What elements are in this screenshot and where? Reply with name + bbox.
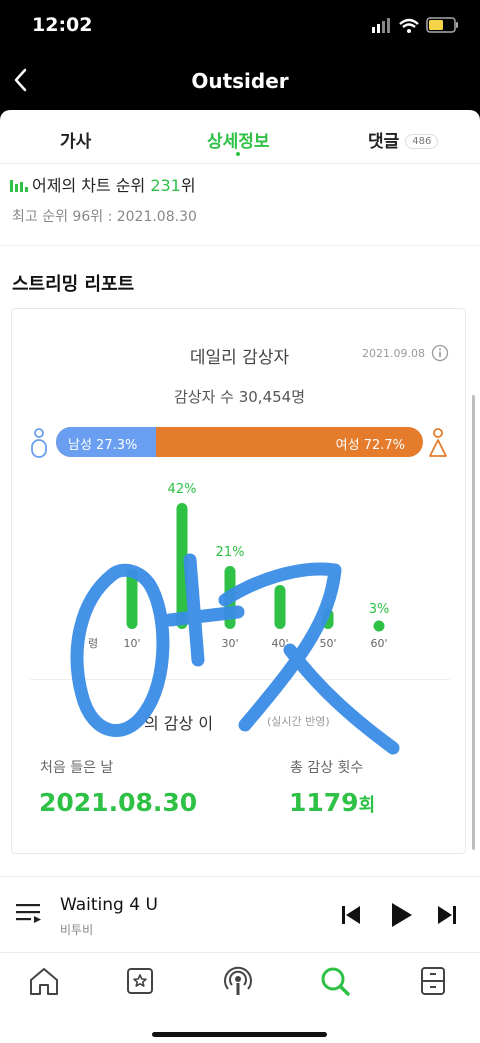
search-icon[interactable] xyxy=(319,965,351,997)
my-listening-label: 의 감상 이 xyxy=(144,714,214,733)
storage-icon[interactable] xyxy=(417,965,449,997)
tab-details[interactable]: 상세정보 xyxy=(207,127,270,156)
status-bar: 12:02 xyxy=(0,0,480,50)
age-bar-1 xyxy=(176,503,188,629)
scrollbar[interactable] xyxy=(472,395,475,850)
age-bar-3 xyxy=(274,585,286,629)
next-icon[interactable] xyxy=(436,904,458,926)
first-listen-date: 2021.08.30 xyxy=(39,788,198,817)
chart-rank-prefix: 어제의 차트 순위 xyxy=(32,176,151,195)
status-time: 12:02 xyxy=(32,14,93,36)
age-value-label-2: 21% xyxy=(216,545,245,560)
age-tick-label-5: 60' xyxy=(370,637,387,650)
tab-comments[interactable]: 댓글 486 xyxy=(368,127,439,152)
age-value-label-5: 3% xyxy=(369,602,390,617)
chart-rank: 어제의 차트 순위 231위 xyxy=(10,172,196,196)
prev-icon[interactable] xyxy=(340,904,362,926)
age-tick-label-2: 30' xyxy=(221,637,238,650)
home-indicator xyxy=(152,1032,327,1037)
profile-card-icon[interactable] xyxy=(124,965,156,997)
daily-listener-card: 데일리 감상자 2021.09.08 감상자 수 30,454명 남성 27.3… xyxy=(11,308,466,854)
age-bar-5 xyxy=(373,620,385,632)
female-icon xyxy=(429,428,447,457)
age-value-label-1: 42% xyxy=(168,482,197,497)
track-title[interactable]: Waiting 4 U xyxy=(60,895,158,915)
bottom-tab-bar xyxy=(0,952,480,1043)
section-title: 스트리밍 리포트 xyxy=(12,274,135,295)
age-label-partial: 령 xyxy=(88,637,98,650)
active-tab-indicator xyxy=(236,152,241,156)
section-divider xyxy=(0,245,480,246)
age-tick-label-4: 50' xyxy=(319,637,336,650)
realtime-note: (실시간 반영) xyxy=(267,715,330,728)
male-ratio-label: 남성 27.3% xyxy=(68,438,138,453)
age-tick-label-3: 40' xyxy=(271,637,288,650)
chart-icon xyxy=(10,180,28,192)
age-bar-0 xyxy=(126,569,138,629)
chart-rank-suffix: 위 xyxy=(180,176,196,195)
playlist-icon[interactable] xyxy=(16,903,44,925)
total-plays-value: 1179회 xyxy=(289,788,375,817)
track-artist[interactable]: 비투비 xyxy=(60,921,93,938)
tab-bar: 가사 상세정보 댓글 486 xyxy=(0,110,480,164)
info-icon[interactable] xyxy=(431,344,449,362)
female-ratio-label: 여성 72.7% xyxy=(335,438,405,453)
age-distribution-chart: 령 10' 42% 21% 30' 40' 50' 3% 60' xyxy=(88,482,390,650)
play-icon[interactable] xyxy=(387,901,415,929)
gender-ratio-bar: 남성 27.3% 여성 72.7% xyxy=(56,427,423,457)
podcast-icon[interactable] xyxy=(222,965,254,997)
status-indicators-icon xyxy=(372,17,458,33)
chart-rank-number: 231 xyxy=(150,176,181,195)
mini-player[interactable]: Waiting 4 U 비투비 xyxy=(0,876,480,952)
total-plays-label: 총 감상 횟수 xyxy=(290,760,364,776)
total-plays-number: 1179 xyxy=(289,788,359,817)
card-divider xyxy=(30,679,450,680)
age-bar-4 xyxy=(322,609,334,629)
listener-count: 감상자 수 30,454명 xyxy=(173,388,306,406)
total-plays-unit: 회 xyxy=(358,795,376,816)
daily-listener-date: 2021.09.08 xyxy=(362,347,425,360)
best-rank: 최고 순위 96위 : 2021.08.30 xyxy=(12,209,197,225)
page-title: Outsider xyxy=(191,69,289,93)
first-listen-label: 처음 들은 날 xyxy=(40,760,114,776)
age-bar-2 xyxy=(224,566,236,629)
tab-lyrics[interactable]: 가사 xyxy=(60,127,91,152)
tab-comments-label: 댓글 xyxy=(368,132,400,152)
male-icon xyxy=(31,428,47,458)
age-tick-label-0: 10' xyxy=(123,637,140,650)
home-icon[interactable] xyxy=(28,965,60,997)
tab-details-label: 상세정보 xyxy=(207,132,270,152)
comment-count-badge: 486 xyxy=(405,134,439,149)
tab-lyrics-label: 가사 xyxy=(60,132,92,152)
nav-bar: Outsider xyxy=(0,50,480,110)
